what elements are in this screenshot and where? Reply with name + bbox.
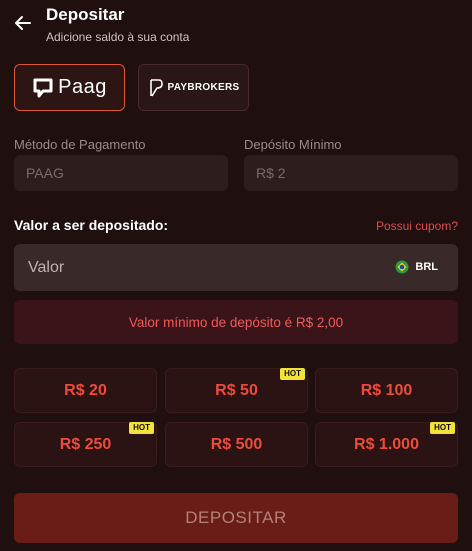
brazil-flag-icon bbox=[395, 260, 409, 274]
payment-method-label: Método de Pagamento bbox=[14, 137, 146, 152]
quick-amount-label: R$ 50 bbox=[215, 381, 258, 399]
amount-input[interactable] bbox=[28, 258, 368, 277]
payment-method-field: PAAG bbox=[14, 155, 228, 191]
quick-amount-1000[interactable]: R$ 1.000 HOT bbox=[315, 422, 458, 467]
provider-paag-label: Paag bbox=[58, 76, 107, 98]
deposit-button[interactable]: DEPOSITAR bbox=[14, 493, 458, 543]
deposit-page: Depositar Adicione saldo à sua conta Paa… bbox=[0, 0, 472, 551]
provider-paybrokers-label: PAYBROKERS bbox=[167, 82, 240, 93]
page-subtitle: Adicione saldo à sua conta bbox=[46, 30, 190, 44]
paybrokers-logo: PAYBROKERS bbox=[148, 78, 240, 98]
quick-amount-500[interactable]: R$ 500 bbox=[165, 422, 308, 467]
quick-amount-250[interactable]: R$ 250 HOT bbox=[14, 422, 157, 467]
quick-amount-label: R$ 20 bbox=[64, 381, 107, 399]
min-deposit-label: Depósito Mínimo bbox=[244, 137, 342, 152]
currency-label: BRL bbox=[415, 261, 438, 273]
page-title: Depositar bbox=[46, 5, 125, 24]
amount-label: Valor a ser depositado: bbox=[14, 217, 169, 233]
arrow-left-icon[interactable] bbox=[12, 12, 34, 34]
currency-indicator: BRL bbox=[395, 260, 438, 274]
quick-amount-label: R$ 100 bbox=[360, 381, 413, 399]
quick-amount-label: R$ 500 bbox=[210, 435, 263, 453]
provider-paag-button[interactable]: Paag bbox=[14, 64, 125, 111]
quick-amount-label: R$ 1.000 bbox=[354, 435, 419, 453]
hot-badge: HOT bbox=[280, 368, 305, 380]
paag-mark-icon bbox=[33, 78, 53, 97]
paybrokers-mark-icon bbox=[149, 78, 163, 96]
provider-paybrokers-button[interactable]: PAYBROKERS bbox=[138, 64, 249, 111]
quick-amount-100[interactable]: R$ 100 bbox=[315, 368, 458, 413]
hot-badge: HOT bbox=[430, 422, 455, 434]
paag-logo: Paag bbox=[32, 76, 107, 99]
quick-amount-50[interactable]: R$ 50 HOT bbox=[165, 368, 308, 413]
quick-amount-20[interactable]: R$ 20 bbox=[14, 368, 157, 413]
min-deposit-message: Valor mínimo de depósito é R$ 2,00 bbox=[14, 300, 458, 344]
coupon-link[interactable]: Possui cupom? bbox=[376, 219, 458, 233]
amount-input-wrapper: BRL bbox=[14, 244, 458, 291]
hot-badge: HOT bbox=[129, 422, 154, 434]
min-deposit-field: R$ 2 bbox=[244, 155, 458, 191]
quick-amount-label: R$ 250 bbox=[59, 435, 112, 453]
